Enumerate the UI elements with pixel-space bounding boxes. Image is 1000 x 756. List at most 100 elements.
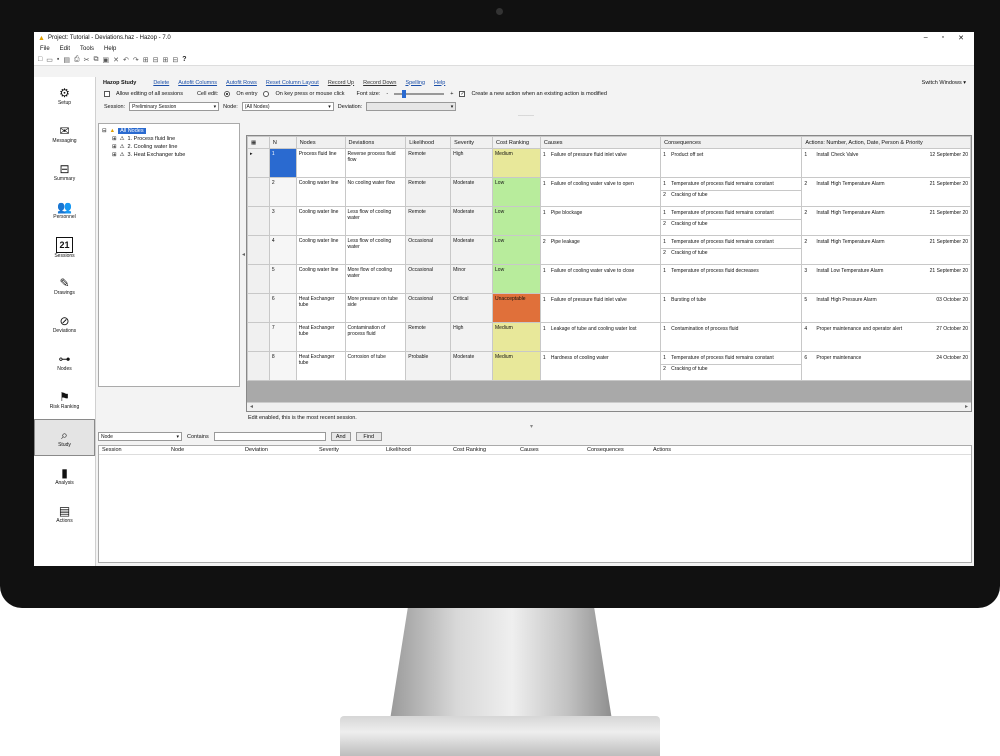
record-up-link[interactable]: Record Up <box>328 80 354 86</box>
create-action-checkbox[interactable]: ✓ <box>459 91 466 97</box>
row-header[interactable] <box>247 264 270 294</box>
cost-ranking-cell[interactable]: Low <box>492 206 541 236</box>
likelihood-cell[interactable]: Probable <box>405 351 452 381</box>
nav-messaging[interactable]: ✉ Messaging <box>34 115 95 152</box>
deviation-cell[interactable]: Less flow of cooling water <box>344 235 407 265</box>
node-cell[interactable]: Process fluid line <box>295 148 346 178</box>
delete-icon[interactable]: ✕ <box>113 56 119 64</box>
delete-row-icon[interactable]: ⊟ <box>153 56 159 64</box>
actions-cell[interactable]: 6 Proper maintenance 24 October 20 <box>801 351 971 381</box>
deviation-select[interactable]: ▾ <box>366 102 457 111</box>
find-button[interactable]: Find <box>355 432 382 441</box>
help-link[interactable]: Help <box>434 80 445 86</box>
search-input[interactable] <box>213 432 326 441</box>
row-number[interactable]: 5 <box>268 264 297 294</box>
maximize-icon[interactable]: ▫ <box>942 34 944 42</box>
node-cell[interactable]: Heat Exchanger tube <box>295 322 346 352</box>
row-number[interactable]: 8 <box>268 351 297 381</box>
panel-resize-grip[interactable]: ········ <box>518 113 534 119</box>
severity-cell[interactable]: High <box>450 148 494 178</box>
deviation-cell[interactable]: Less flow of cooling water <box>344 206 407 236</box>
expand-icon[interactable]: ⊞ <box>112 144 117 150</box>
actions-cell[interactable]: 2 Install High Temperature Alarm 21 Septem… <box>801 206 971 236</box>
node-cell[interactable]: Cooling water line <box>295 177 346 207</box>
autofit-columns-link[interactable]: Autofit Columns <box>178 80 217 86</box>
severity-cell[interactable]: Moderate <box>450 235 494 265</box>
allow-editing-checkbox[interactable] <box>104 91 110 97</box>
column-header[interactable]: Consequences <box>660 136 803 149</box>
row-number[interactable]: 4 <box>268 235 297 265</box>
node-cell[interactable]: Cooling water line <box>295 206 346 236</box>
insert-column-icon[interactable]: ⊞ <box>162 56 168 64</box>
causes-cell[interactable]: 1 Failure of pressure fluid inlet valve <box>539 293 662 323</box>
slider-thumb[interactable] <box>402 90 407 98</box>
likelihood-cell[interactable]: Occasional <box>405 235 452 265</box>
results-column-header[interactable]: Session <box>102 447 122 453</box>
horizontal-scrollbar[interactable]: ◂ ▸ <box>247 402 971 411</box>
row-number[interactable]: 7 <box>268 322 297 352</box>
results-column-header[interactable]: Consequences <box>587 447 624 453</box>
nav-drawings[interactable]: ✎ Drawings <box>34 267 95 304</box>
row-number[interactable]: 1 <box>268 148 297 178</box>
save-icon[interactable]: ▪ <box>57 56 59 63</box>
row-header[interactable] <box>247 177 270 207</box>
cost-ranking-cell[interactable]: Medium <box>492 351 541 381</box>
preview-icon[interactable]: ▤ <box>63 56 70 64</box>
cost-ranking-cell[interactable]: Unacceptable <box>492 293 541 323</box>
tree-node[interactable]: ⊞ ⚠ 2. Cooling water line <box>102 143 236 151</box>
causes-cell[interactable]: 1 Failure of pressure fluid inlet valve <box>539 148 662 178</box>
tree-node[interactable]: ⊞ ⚠ 1. Process fluid line <box>102 135 236 143</box>
row-header[interactable] <box>247 293 270 323</box>
consequences-cell[interactable]: 1 Contamination of process fluid <box>660 322 803 352</box>
search-field-select[interactable]: Node ▾ <box>98 432 182 441</box>
row-header[interactable] <box>247 206 270 236</box>
nav-summary[interactable]: ⊟ Summary <box>34 153 95 190</box>
row-number[interactable]: 3 <box>268 206 297 236</box>
cost-ranking-cell[interactable]: Low <box>492 177 541 207</box>
column-header[interactable]: Deviations <box>344 136 407 149</box>
consequences-cell[interactable]: 1 Temperature of process fluid remains co… <box>660 235 803 265</box>
node-select[interactable]: (All Nodes) ▾ <box>241 102 334 111</box>
likelihood-cell[interactable]: Remote <box>405 177 452 207</box>
results-column-header[interactable]: Cost Ranking <box>453 447 486 453</box>
nav-analysis[interactable]: ▮ Analysis <box>34 457 95 494</box>
redo-icon[interactable]: ↷ <box>133 56 139 64</box>
menu-edit[interactable]: Edit <box>60 46 70 52</box>
delete-link[interactable]: Delete <box>153 80 169 86</box>
row-header[interactable] <box>247 322 270 352</box>
delete-column-icon[interactable]: ⊟ <box>172 56 178 64</box>
record-down-link[interactable]: Record Down <box>363 80 396 86</box>
consequences-cell[interactable]: 1 Bursting of tube <box>660 293 803 323</box>
results-column-header[interactable]: Severity <box>319 447 339 453</box>
actions-cell[interactable]: 4 Proper maintenance and operator alert 27… <box>801 322 971 352</box>
column-header[interactable]: Causes <box>539 136 662 149</box>
row-number[interactable]: 2 <box>268 177 297 207</box>
causes-cell[interactable]: 1 Leakage of tube and cooling water lost <box>539 322 662 352</box>
node-cell[interactable]: Heat Exchanger tube <box>295 293 346 323</box>
help-icon[interactable]: ? <box>182 56 186 63</box>
cost-ranking-cell[interactable]: Medium <box>492 322 541 352</box>
scroll-left-icon[interactable]: ◂ <box>250 403 253 411</box>
scroll-right-icon[interactable]: ▸ <box>965 403 968 411</box>
menu-file[interactable]: File <box>40 46 50 52</box>
likelihood-cell[interactable]: Remote <box>405 148 452 178</box>
grid-corner[interactable]: ▦ <box>247 136 270 149</box>
causes-cell[interactable]: 2 Pipe leakage <box>539 235 662 265</box>
paste-icon[interactable]: ▣ <box>102 56 109 64</box>
results-column-header[interactable]: Likelihood <box>386 447 411 453</box>
node-cell[interactable]: Cooling water line <box>295 264 346 294</box>
causes-cell[interactable]: 1 Pipe blockage <box>539 206 662 236</box>
severity-cell[interactable]: Moderate <box>450 206 494 236</box>
cost-ranking-cell[interactable]: Low <box>492 264 541 294</box>
nav-setup[interactable]: ⚙ Setup <box>34 77 95 114</box>
severity-cell[interactable]: Moderate <box>450 351 494 381</box>
cut-icon[interactable]: ✂ <box>84 56 90 64</box>
severity-cell[interactable]: Minor <box>450 264 494 294</box>
deviation-cell[interactable]: More pressure on tube side <box>344 293 407 323</box>
severity-cell[interactable]: Critical <box>450 293 494 323</box>
column-header[interactable]: Actions: Number, Action, Date, Person & … <box>801 136 971 149</box>
consequences-cell[interactable]: 1 Product off set <box>660 148 803 178</box>
copy-icon[interactable]: ⧉ <box>93 56 98 64</box>
deviation-cell[interactable]: Reverse process fluid flow <box>344 148 407 178</box>
severity-cell[interactable]: High <box>450 322 494 352</box>
